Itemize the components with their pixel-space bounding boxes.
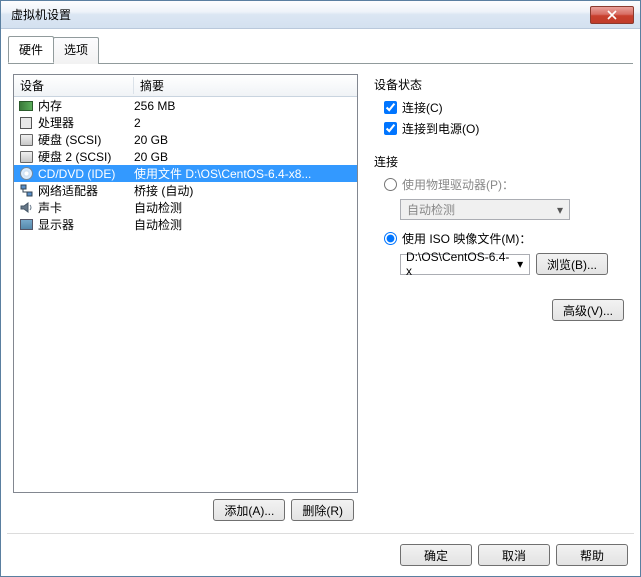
tab-hardware[interactable]: 硬件 xyxy=(8,36,54,63)
physical-drive-radio[interactable] xyxy=(384,178,397,191)
titlebar[interactable]: 虚拟机设置 xyxy=(1,1,640,29)
tab-options[interactable]: 选项 xyxy=(53,37,99,64)
iso-radio[interactable] xyxy=(384,232,397,245)
connection-group: 连接 使用物理驱动器(P)： 自动检测 ▾ 使用 ISO 映像文件(M)： D:… xyxy=(374,153,624,275)
device-buttons: 添加(A)... 删除(R) xyxy=(13,493,358,527)
device-name: 显示器 xyxy=(38,216,134,233)
device-row-network[interactable]: 网络适配器 桥接 (自动) xyxy=(14,182,357,199)
physical-drive-value: 自动检测 xyxy=(407,201,455,218)
device-list-header: 设备 摘要 xyxy=(14,75,357,97)
device-name: CD/DVD (IDE) xyxy=(38,167,134,181)
chevron-down-icon: ▾ xyxy=(553,203,567,217)
column-device[interactable]: 设备 xyxy=(14,77,134,94)
poweron-checkbox-row[interactable]: 连接到电源(O) xyxy=(374,118,624,139)
device-name: 声卡 xyxy=(38,199,134,216)
connected-label: 连接(C) xyxy=(402,99,443,116)
device-row-display[interactable]: 显示器 自动检测 xyxy=(14,216,357,233)
iso-path-combo[interactable]: D:\OS\CentOS-6.4-x ▾ xyxy=(400,254,530,275)
device-summary: 桥接 (自动) xyxy=(134,182,353,199)
connected-checkbox-row[interactable]: 连接(C) xyxy=(374,97,624,118)
device-name: 硬盘 (SCSI) xyxy=(38,131,134,148)
physical-drive-dropdown: 自动检测 ▾ xyxy=(400,199,570,220)
display-icon xyxy=(18,217,34,233)
device-name: 内存 xyxy=(38,97,134,114)
device-row-cpu[interactable]: 处理器 2 xyxy=(14,114,357,131)
add-button[interactable]: 添加(A)... xyxy=(213,499,285,521)
remove-button[interactable]: 删除(R) xyxy=(291,499,354,521)
device-summary: 256 MB xyxy=(134,99,353,113)
window-title: 虚拟机设置 xyxy=(11,6,590,23)
connected-checkbox[interactable] xyxy=(384,101,397,114)
vm-settings-window: 虚拟机设置 硬件 选项 设备 摘要 内存 256 MB xyxy=(0,0,641,577)
column-summary[interactable]: 摘要 xyxy=(134,77,170,94)
memory-icon xyxy=(18,98,34,114)
advanced-row: 高级(V)... xyxy=(374,299,624,321)
iso-row: D:\OS\CentOS-6.4-x ▾ 浏览(B)... xyxy=(400,253,624,275)
device-row-cddvd[interactable]: CD/DVD (IDE) 使用文件 D:\OS\CentOS-6.4-x8... xyxy=(14,165,357,182)
device-row-sound[interactable]: 声卡 自动检测 xyxy=(14,199,357,216)
device-list-panel: 设备 摘要 内存 256 MB 处理器 2 xyxy=(13,74,358,493)
device-summary: 2 xyxy=(134,116,353,130)
tabs: 硬件 选项 xyxy=(8,36,633,64)
device-row-disk2[interactable]: 硬盘 2 (SCSI) 20 GB xyxy=(14,148,357,165)
physical-drive-label: 使用物理驱动器(P)： xyxy=(402,176,514,193)
network-icon xyxy=(18,183,34,199)
device-summary: 20 GB xyxy=(134,150,353,164)
cancel-button[interactable]: 取消 xyxy=(478,544,550,566)
group-title-status: 设备状态 xyxy=(374,76,624,93)
poweron-checkbox[interactable] xyxy=(384,122,397,135)
disk-icon xyxy=(18,149,34,165)
device-name: 处理器 xyxy=(38,114,134,131)
content-area: 设备 摘要 内存 256 MB 处理器 2 xyxy=(1,64,640,533)
iso-label: 使用 ISO 映像文件(M)： xyxy=(402,230,531,247)
footer-buttons: 确定 取消 帮助 xyxy=(1,534,640,576)
device-name: 硬盘 2 (SCSI) xyxy=(38,148,134,165)
device-row-disk1[interactable]: 硬盘 (SCSI) 20 GB xyxy=(14,131,357,148)
device-list: 内存 256 MB 处理器 2 硬盘 (SCSI) 20 GB xyxy=(14,97,357,492)
physical-drive-radio-row[interactable]: 使用物理驱动器(P)： xyxy=(374,174,624,195)
chevron-down-icon[interactable]: ▾ xyxy=(513,257,527,271)
device-summary: 使用文件 D:\OS\CentOS-6.4-x8... xyxy=(134,165,353,182)
device-status-group: 设备状态 连接(C) 连接到电源(O) xyxy=(374,76,624,139)
advanced-button[interactable]: 高级(V)... xyxy=(552,299,624,321)
device-summary: 自动检测 xyxy=(134,199,353,216)
device-summary: 20 GB xyxy=(134,133,353,147)
ok-button[interactable]: 确定 xyxy=(400,544,472,566)
group-title-connection: 连接 xyxy=(374,153,624,170)
device-name: 网络适配器 xyxy=(38,182,134,199)
iso-path-value: D:\OS\CentOS-6.4-x xyxy=(406,250,513,278)
tabs-container: 硬件 选项 xyxy=(1,29,640,64)
cd-icon xyxy=(18,166,34,182)
iso-radio-row[interactable]: 使用 ISO 映像文件(M)： xyxy=(374,228,624,249)
help-button[interactable]: 帮助 xyxy=(556,544,628,566)
device-row-memory[interactable]: 内存 256 MB xyxy=(14,97,357,114)
close-button[interactable] xyxy=(590,6,634,24)
sound-icon xyxy=(18,200,34,216)
right-panel: 设备状态 连接(C) 连接到电源(O) 连接 使用物理驱动器(P)： 自动检测 xyxy=(370,74,628,527)
close-icon xyxy=(607,10,617,20)
cpu-icon xyxy=(18,115,34,131)
poweron-label: 连接到电源(O) xyxy=(402,120,479,137)
device-summary: 自动检测 xyxy=(134,216,353,233)
disk-icon xyxy=(18,132,34,148)
browse-button[interactable]: 浏览(B)... xyxy=(536,253,608,275)
